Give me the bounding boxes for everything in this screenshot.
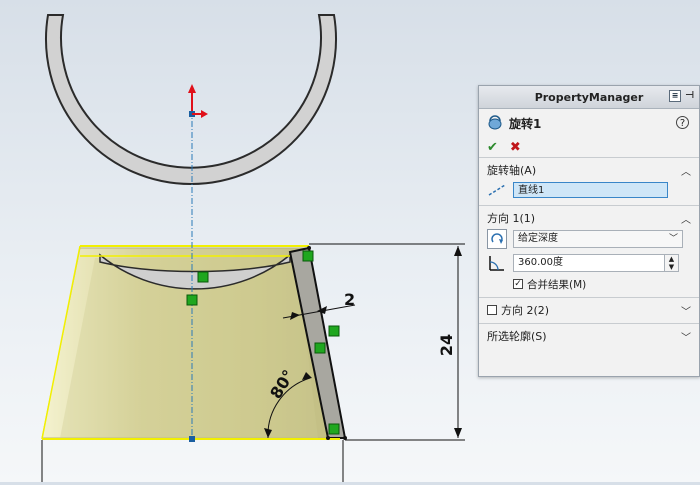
reverse-direction-button[interactable] xyxy=(487,229,507,249)
relation-marker-vertical[interactable] xyxy=(197,271,209,283)
selected-contours-group: 所选轮廓(S) ﹀ xyxy=(479,323,699,349)
axis-group-label: 旋转轴(A) xyxy=(487,164,537,177)
relation-marker-parallel-1[interactable] xyxy=(328,325,340,337)
axis-endpoint-bottom[interactable] xyxy=(189,436,195,442)
reverse-direction-icon xyxy=(491,233,503,244)
sketch-point[interactable] xyxy=(326,436,330,440)
relation-marker-top[interactable] xyxy=(302,250,314,262)
selected-contours-header[interactable]: 所选轮廓(S) ﹀ xyxy=(487,327,691,345)
chevron-up-icon[interactable]: ︿ xyxy=(681,163,691,178)
triad-x-arrow xyxy=(201,110,208,118)
direction2-header[interactable]: 方向 2(2) ﹀ xyxy=(487,301,691,319)
cancel-button[interactable]: ✖ xyxy=(510,140,521,155)
direction1-header[interactable]: 方向 1(1) ︿ xyxy=(487,209,691,227)
dimension-thickness[interactable]: 2 xyxy=(344,290,355,309)
axis-line-icon xyxy=(488,184,506,196)
direction1-group: 方向 1(1) ︿ 给定深度 ﹀ 360.00度 ▲ ▼ ✓ 合并结果(M) xyxy=(479,205,699,297)
angle-spinner[interactable]: ▲ ▼ xyxy=(665,254,679,272)
dimension-height[interactable]: 24 xyxy=(437,334,456,356)
sketch-point[interactable] xyxy=(343,436,347,440)
selected-contours-label: 所选轮廓(S) xyxy=(487,330,547,343)
property-manager-panel: PropertyManager ≡ ⊣ 旋转1 ? ✔ ✖ 旋转轴(A) ︿ 直… xyxy=(478,85,700,377)
chevron-down-icon: ﹀ xyxy=(668,234,678,244)
chevron-up-icon[interactable]: ︿ xyxy=(681,211,691,226)
property-manager-titlebar: PropertyManager ≡ ⊣ xyxy=(479,86,699,109)
pin-icon[interactable]: ⊣ xyxy=(685,90,695,102)
relation-marker-parallel-2[interactable] xyxy=(314,342,326,354)
direction2-checkbox[interactable] xyxy=(487,305,497,315)
ok-button[interactable]: ✔ xyxy=(487,140,498,155)
chevron-down-icon[interactable]: ﹀ xyxy=(681,303,691,318)
axis-group: 旋转轴(A) ︿ 直线1 xyxy=(479,157,699,205)
merge-result-row[interactable]: ✓ 合并结果(M) xyxy=(487,275,691,293)
direction2-label: 方向 2(2) xyxy=(501,304,550,317)
property-manager-title: PropertyManager xyxy=(534,90,644,104)
end-condition-value: 给定深度 xyxy=(518,233,558,244)
collapse-panel-icon[interactable]: ≡ xyxy=(669,90,681,102)
direction1-label: 方向 1(1) xyxy=(487,212,536,225)
relation-marker-bottom[interactable] xyxy=(328,423,340,435)
revolve-feature-icon xyxy=(488,115,502,130)
chevron-down-icon[interactable]: ﹀ xyxy=(681,329,691,344)
direction2-group: 方向 2(2) ﹀ xyxy=(479,297,699,323)
confirm-row: ✔ ✖ xyxy=(479,137,699,157)
merge-result-label: 合并结果(M) xyxy=(527,278,587,291)
dim-arrow-bottom xyxy=(454,428,462,438)
sketch-point[interactable] xyxy=(307,246,311,250)
dim-arrow-top xyxy=(454,246,462,256)
feature-header: 旋转1 ? xyxy=(479,109,699,137)
feature-name: 旋转1 xyxy=(509,116,542,131)
axis-group-header[interactable]: 旋转轴(A) ︿ xyxy=(487,161,691,179)
axis-selection-field[interactable]: 直线1 xyxy=(513,182,668,198)
end-condition-select[interactable]: 给定深度 ﹀ xyxy=(513,230,683,248)
angle-icon xyxy=(489,256,504,271)
triad-y-arrow xyxy=(188,84,196,93)
merge-result-checkbox[interactable]: ✓ xyxy=(513,279,523,289)
angle-input[interactable]: 360.00度 xyxy=(513,254,665,272)
help-icon[interactable]: ? xyxy=(676,116,689,129)
relation-marker-axis[interactable] xyxy=(186,294,198,306)
